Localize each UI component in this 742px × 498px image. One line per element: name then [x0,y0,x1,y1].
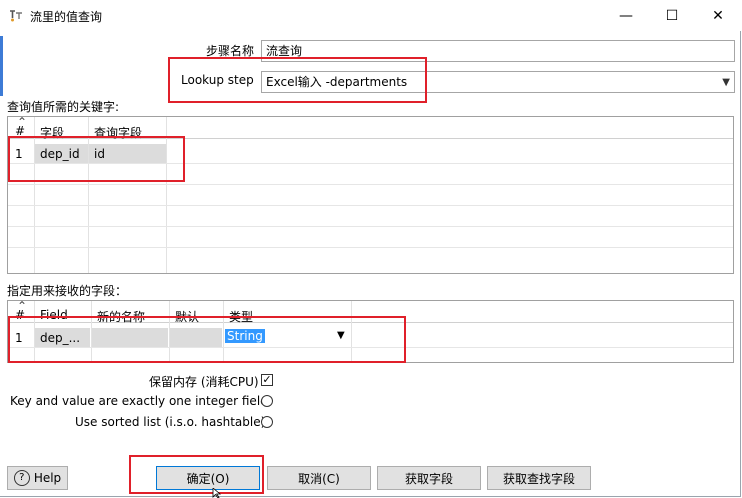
get-fields-button[interactable]: 获取字段 [377,466,481,490]
integer-key-label: Key and value are exactly one integer fi… [10,394,268,408]
kettle-step-icon [10,10,22,22]
annotation-box-lookup-step [168,57,427,103]
annotation-box-keys [8,136,185,182]
integer-key-radio[interactable] [261,395,273,407]
fields-section-label: 指定用来接收的字段： [7,284,128,298]
sorted-list-radio[interactable] [261,416,273,428]
get-fields-button-label: 获取字段 [404,471,453,486]
maximize-icon: ☐ [665,7,679,24]
keys-section-label: 查询值所需的关键字: [7,100,120,114]
cancel-button-label: 取消(C) [298,471,340,486]
mouse-cursor-icon [212,488,222,498]
help-icon: ? [13,470,30,486]
maximize-button[interactable]: ☐ [649,0,695,31]
sorted-list-label: Use sorted list (i.s.o. hashtable) [75,415,266,429]
help-button[interactable]: ? Help [7,466,68,490]
background-window-edge [0,36,3,96]
preserve-memory-label: 保留内存 (消耗CPU) [149,375,259,389]
help-button-label: Help [33,471,62,485]
minimize-icon: — [619,7,633,24]
close-icon: ✕ [712,7,724,24]
preserve-memory-checkbox[interactable]: ✓ [261,374,273,386]
checkmark-icon: ✓ [262,373,272,386]
window-title: 流里的值查询 [30,10,103,24]
annotation-box-ok [129,455,264,494]
minimize-button[interactable]: — [603,0,649,31]
get-lookup-fields-button-label: 获取查找字段 [502,471,575,486]
close-button[interactable]: ✕ [695,0,741,31]
chevron-down-icon: ▼ [722,77,730,88]
get-lookup-fields-button[interactable]: 获取查找字段 [487,466,591,490]
step-name-value: 流查询 [266,44,303,58]
annotation-box-fields [8,316,406,363]
cancel-button[interactable]: 取消(C) [267,466,371,490]
